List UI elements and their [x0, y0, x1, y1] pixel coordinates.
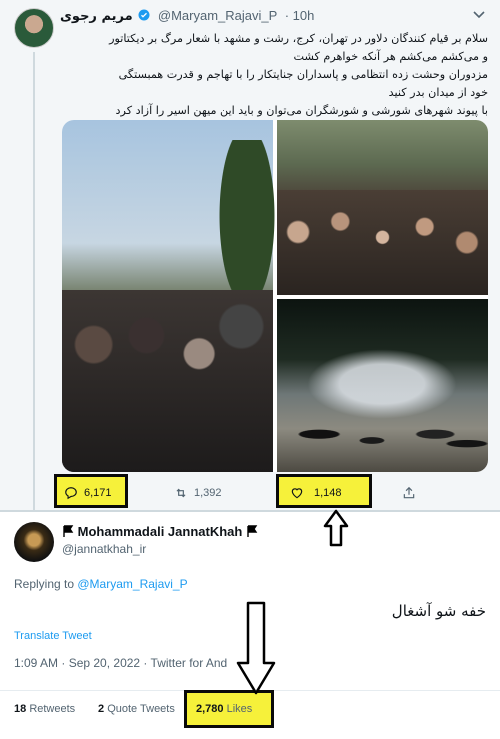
retweets-stat-value: 18: [14, 703, 27, 715]
retweets-stat[interactable]: 18 Retweets: [14, 703, 75, 715]
black-flag-icon: [63, 525, 74, 537]
arrow-down-icon: [236, 601, 276, 695]
protest-photo-3[interactable]: [277, 299, 488, 472]
translate-tweet-link[interactable]: Translate Tweet: [14, 630, 92, 642]
reply-author-avatar[interactable]: [14, 522, 54, 562]
retweet-button[interactable]: 1,392: [174, 482, 222, 504]
retweet-count: 1,392: [194, 487, 222, 499]
reply-button[interactable]: 6,171: [64, 482, 112, 504]
quote-tweets-stat-label: Quote Tweets: [107, 703, 175, 715]
tweet-action-bar: 6,171 1,392 1,148: [0, 482, 500, 506]
arrow-up-icon: [323, 509, 349, 547]
likes-stat-value: 2,780: [196, 703, 224, 715]
share-icon: [403, 486, 415, 499]
tweet-header: مریم رجوی @Maryam_Rajavi_P · 10h: [60, 8, 314, 24]
like-button[interactable]: 1,148: [290, 482, 342, 504]
reply-author-name-row: Mohammadali JannatKhah: [62, 524, 258, 539]
protest-photo-2[interactable]: [277, 120, 488, 295]
tweet-text-line: با پیوند شهرهای شورشی و شورشگران می‌توان…: [115, 104, 488, 117]
likes-stat-label: Likes: [226, 703, 253, 715]
share-button[interactable]: [402, 482, 416, 504]
like-count: 1,148: [314, 487, 342, 499]
tweet-text-line: و می‌کشم می‌کشم هر آنکه خواهرم کشت: [293, 50, 488, 63]
replying-to-prefix: Replying to: [14, 577, 78, 591]
tweet-metadata[interactable]: 1:09 AM · Sep 20, 2022 · Twitter for And: [14, 656, 227, 670]
thread-connector-line: [33, 52, 35, 512]
photo-crowd: [277, 190, 488, 295]
replying-to-line: Replying to @Maryam_Rajavi_P: [14, 577, 188, 591]
reply-author-name[interactable]: Mohammadali JannatKhah: [78, 524, 243, 539]
reply-count: 6,171: [84, 487, 112, 499]
author-handle[interactable]: @Maryam_Rajavi_P: [158, 8, 277, 23]
quote-tweets-stat-value: 2: [98, 703, 105, 715]
original-tweet: مریم رجوی @Maryam_Rajavi_P · 10h سلام بر…: [0, 0, 500, 512]
protest-photo-1[interactable]: [62, 120, 282, 472]
replying-to-mention[interactable]: @Maryam_Rajavi_P: [77, 577, 187, 591]
black-flag-icon: [247, 525, 258, 537]
heart-icon: [291, 488, 303, 499]
tweet-time[interactable]: · 10h: [285, 8, 315, 23]
chevron-down-icon[interactable]: [472, 10, 486, 20]
author-name[interactable]: مریم رجوی: [60, 9, 133, 24]
author-avatar[interactable]: [14, 8, 54, 48]
reply-author-handle[interactable]: @jannatkhah_ir: [62, 542, 146, 556]
photo-crowd: [62, 290, 273, 472]
tweet-text-line: خود از میدان بدر کنید: [388, 86, 488, 99]
quote-tweets-stat[interactable]: 2 Quote Tweets: [98, 703, 175, 715]
reply-icon: [65, 487, 77, 500]
verified-badge-icon: [138, 9, 150, 21]
photo-people: [277, 409, 488, 472]
retweet-icon: [176, 488, 186, 498]
likes-stat[interactable]: 2,780 Likes: [196, 703, 252, 715]
reply-tweet-text: خفه شو آشغال: [391, 602, 486, 620]
retweets-stat-label: Retweets: [29, 703, 76, 715]
tweet-media-grid: [62, 120, 488, 472]
tweet-text-line: سلام بر قیام کنندگان دلاور در تهران، کرج…: [109, 32, 488, 45]
tweet-text-line: مزدوران وحشت زده انتظامی و پاسداران جنای…: [118, 68, 488, 81]
